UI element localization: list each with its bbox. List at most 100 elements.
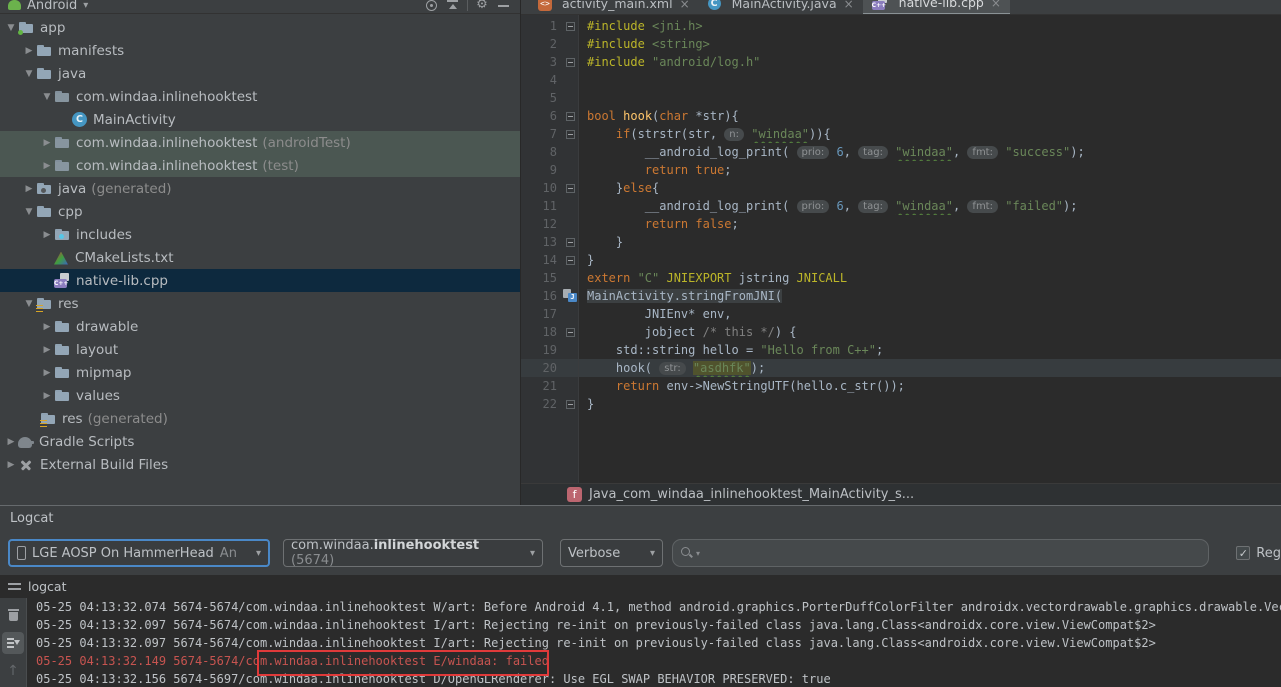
- tree-expand-arrow-icon[interactable]: ▶: [4, 460, 18, 470]
- context-function-name[interactable]: Java_com_windaa_inlinehooktest_MainActiv…: [589, 487, 914, 502]
- code-line-15[interactable]: extern "C" JNIEXPORT jstring JNICALL: [579, 269, 1281, 287]
- code-line-8[interactable]: __android_log_print( prio: 6, tag: "wind…: [579, 143, 1281, 161]
- logcat-side-toolbar: ↑: [0, 598, 27, 687]
- code-line-9[interactable]: return true;: [579, 161, 1281, 179]
- tree-item-values[interactable]: ▶ values: [0, 384, 520, 407]
- tree-expand-arrow-icon[interactable]: ▶: [40, 161, 54, 171]
- tab-mainactivity-java[interactable]: C MainActivity.java ×: [699, 0, 863, 14]
- tree-expand-arrow-icon[interactable]: ▶: [40, 230, 54, 240]
- log-level-selector[interactable]: Verbose ▾: [560, 539, 663, 567]
- tree-item-manifests[interactable]: ▶ manifests: [0, 39, 520, 62]
- tree-expand-arrow-icon[interactable]: ▶: [40, 138, 54, 148]
- jni-link-icon[interactable]: J: [563, 289, 577, 302]
- tree-expand-arrow-icon[interactable]: ▶: [40, 322, 54, 332]
- code-line-11[interactable]: __android_log_print( prio: 6, tag: "wind…: [579, 197, 1281, 215]
- code-line-14[interactable]: }: [579, 251, 1281, 269]
- tree-item-res[interactable]: ▼ res: [0, 292, 520, 315]
- fold-marker-icon[interactable]: [566, 129, 575, 139]
- close-icon[interactable]: ×: [680, 0, 690, 11]
- tree-expand-arrow-icon[interactable]: ▼: [40, 92, 54, 102]
- gutter-line-20: 20: [521, 359, 578, 377]
- code-line-4[interactable]: [579, 71, 1281, 89]
- search-input[interactable]: [703, 544, 1201, 562]
- code-line-20[interactable]: hook( str: "asdhfk");: [579, 359, 1281, 377]
- scroll-to-end-button[interactable]: [2, 632, 24, 654]
- close-icon[interactable]: ×: [844, 0, 854, 11]
- close-icon[interactable]: ×: [991, 0, 1001, 10]
- tree-item-app[interactable]: ▼ app: [0, 16, 520, 39]
- tree-item-external-build-files[interactable]: ▶ External Build Files: [0, 453, 520, 476]
- code-line-19[interactable]: std::string hello = "Hello from C++";: [579, 341, 1281, 359]
- collapse-all-icon[interactable]: [445, 0, 461, 13]
- locate-file-icon[interactable]: [426, 0, 437, 11]
- tree-expand-arrow-icon[interactable]: ▶: [4, 437, 18, 447]
- tree-item-mainactivity[interactable]: C MainActivity: [0, 108, 520, 131]
- project-view-selector[interactable]: Android: [27, 0, 77, 13]
- tab-native-lib-cpp[interactable]: C++ native-lib.cpp ×: [862, 0, 1010, 14]
- code-line-10[interactable]: }else{: [579, 179, 1281, 197]
- process-selector[interactable]: com.windaa.inlinehooktest (5674) ▾: [283, 538, 543, 568]
- code-line-13[interactable]: }: [579, 233, 1281, 251]
- fold-marker-icon[interactable]: [566, 21, 575, 31]
- tree-expand-arrow-icon[interactable]: ▶: [40, 368, 54, 378]
- chevron-down-icon[interactable]: ▾: [83, 0, 88, 11]
- code-line-17[interactable]: JNIEnv* env,: [579, 305, 1281, 323]
- tree-item-label: com.windaa.inlinehooktest: [76, 134, 258, 151]
- code-line-21[interactable]: return env->NewStringUTF(hello.c_str());: [579, 377, 1281, 395]
- fold-marker-icon[interactable]: [566, 237, 575, 247]
- tree-item-cpp[interactable]: ▼ cpp: [0, 200, 520, 223]
- code-line-3[interactable]: #include "android/log.h": [579, 53, 1281, 71]
- tree-item-native-lib-cpp[interactable]: C++ native-lib.cpp: [0, 269, 520, 292]
- tree-item-layout[interactable]: ▶ layout: [0, 338, 520, 361]
- tree-item-java[interactable]: ▼ java: [0, 62, 520, 85]
- code-line-7[interactable]: if(strstr(str, n: "windaa")){: [579, 125, 1281, 143]
- code-line-18[interactable]: jobject /* this */) {: [579, 323, 1281, 341]
- tree-item-includes[interactable]: ▶ includes: [0, 223, 520, 246]
- tree-expand-arrow-icon[interactable]: ▶: [40, 391, 54, 401]
- code-line-2[interactable]: #include <string>: [579, 35, 1281, 53]
- code-line-16[interactable]: MainActivity.stringFromJNI(: [579, 287, 1281, 305]
- gutter-line-17: 17: [521, 305, 578, 323]
- tree-expand-arrow-icon[interactable]: ▶: [22, 184, 36, 194]
- tree-item-com-windaa-inlinehooktest[interactable]: ▶ com.windaa.inlinehooktest (test): [0, 154, 520, 177]
- logcat-view-tab[interactable]: logcat: [0, 575, 1281, 598]
- folder-icon: [36, 43, 52, 59]
- regex-checkbox[interactable]: ✓: [1236, 546, 1251, 560]
- clear-log-button[interactable]: [2, 604, 24, 626]
- tree-expand-arrow-icon[interactable]: ▼: [4, 23, 18, 33]
- fold-marker-icon[interactable]: [566, 327, 575, 337]
- tree-item-java[interactable]: ▶ java (generated): [0, 177, 520, 200]
- line-number: 6: [549, 109, 557, 123]
- hamburger-icon[interactable]: [8, 582, 21, 591]
- tree-expand-arrow-icon[interactable]: ▼: [22, 299, 36, 309]
- tree-item-mipmap[interactable]: ▶ mipmap: [0, 361, 520, 384]
- device-selector[interactable]: LGE AOSP On HammerHead An ▾: [8, 539, 270, 567]
- code-line-22[interactable]: }: [579, 395, 1281, 413]
- log-search-box[interactable]: ▾: [672, 539, 1210, 567]
- tree-expand-arrow-icon[interactable]: ▼: [22, 69, 36, 79]
- search-history-chevron-icon[interactable]: ▾: [696, 549, 700, 558]
- code-line-12[interactable]: return false;: [579, 215, 1281, 233]
- tree-item-res[interactable]: res (generated): [0, 407, 520, 430]
- tree-expand-arrow-icon[interactable]: ▶: [22, 46, 36, 56]
- fold-marker-icon[interactable]: [566, 57, 575, 67]
- tree-expand-arrow-icon[interactable]: ▶: [40, 345, 54, 355]
- tree-expand-arrow-icon[interactable]: ▼: [22, 207, 36, 217]
- code-line-5[interactable]: [579, 89, 1281, 107]
- code-line-1[interactable]: #include <jni.h>: [579, 17, 1281, 35]
- fold-marker-icon[interactable]: [566, 399, 575, 409]
- code-line-6[interactable]: bool hook(char *str){: [579, 107, 1281, 125]
- fold-marker-icon[interactable]: [566, 111, 575, 121]
- line-number: 22: [542, 397, 557, 411]
- hide-panel-icon[interactable]: [496, 0, 512, 13]
- tab-activity-main-xml[interactable]: <> activity_main.xml ×: [529, 0, 699, 14]
- fold-marker-icon[interactable]: [566, 183, 575, 193]
- fold-marker-icon[interactable]: [566, 255, 575, 265]
- tree-item-com-windaa-inlinehooktest[interactable]: ▶ com.windaa.inlinehooktest (androidTest): [0, 131, 520, 154]
- gear-icon[interactable]: ⚙: [474, 0, 490, 13]
- tree-item-com-windaa-inlinehooktest[interactable]: ▼ com.windaa.inlinehooktest: [0, 85, 520, 108]
- scroll-up-button[interactable]: ↑: [2, 660, 24, 682]
- tree-item-drawable[interactable]: ▶ drawable: [0, 315, 520, 338]
- tree-item-gradle-scripts[interactable]: ▶ Gradle Scripts: [0, 430, 520, 453]
- tree-item-cmakelists-txt[interactable]: CMakeLists.txt: [0, 246, 520, 269]
